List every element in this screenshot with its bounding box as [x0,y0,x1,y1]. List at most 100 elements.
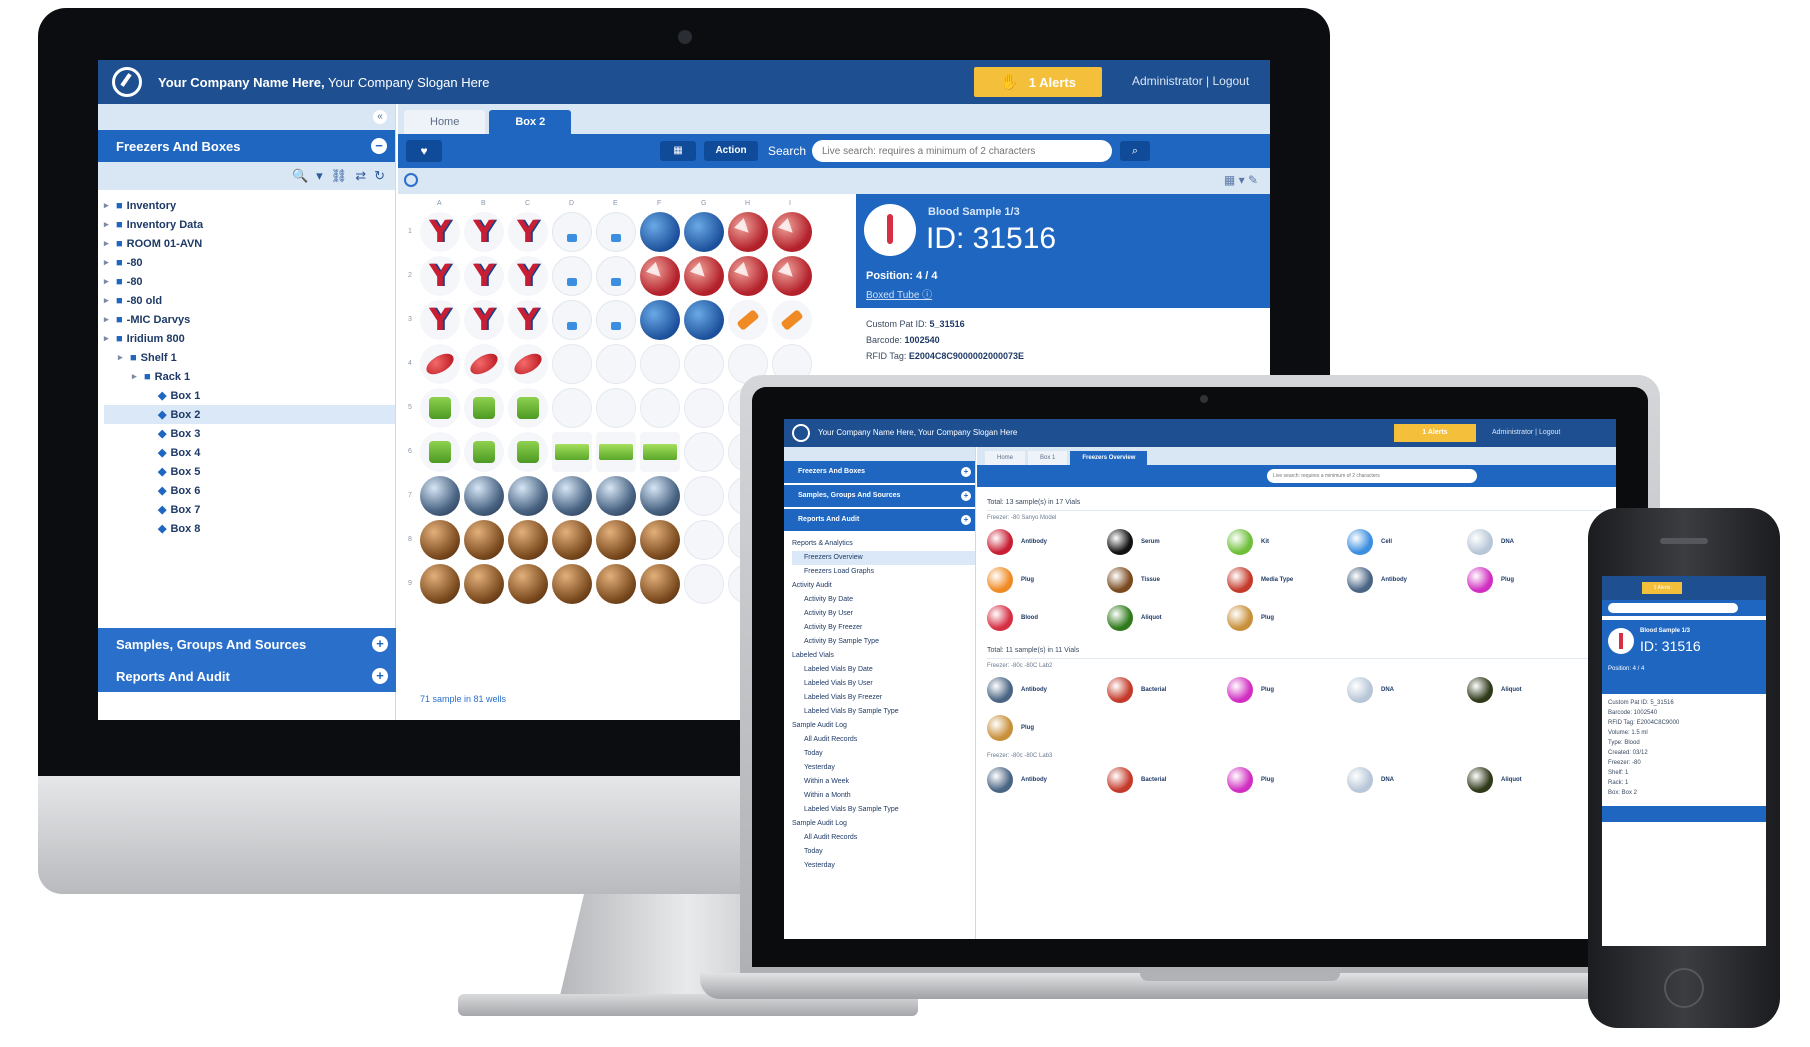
tree-item[interactable]: ▸ ■ -MIC Darvys [104,310,395,329]
tree-item[interactable]: Within a Month [792,789,975,803]
phone-action-bar[interactable] [1602,806,1766,822]
sample-well-empty[interactable] [684,432,724,472]
tree-item[interactable]: ▸ ■ Iridium 800 [104,329,395,348]
filter-icon[interactable]: ▾ [316,168,323,184]
tree-item[interactable]: ▸ ■ -80 [104,253,395,272]
favorite-button[interactable]: ♥ [406,140,442,162]
tree-item[interactable]: Yesterday [792,859,975,873]
tree-item[interactable]: Labeled Vials By User [792,677,975,691]
tree-item[interactable]: Activity By Sample Type [792,635,975,649]
caret-icon[interactable]: ▸ [104,257,112,268]
tab-box-1[interactable]: Box 1 [1028,451,1068,465]
sample-type-item[interactable]: Blood [987,603,1107,633]
sample-type-item[interactable]: Tissue [1107,565,1227,595]
tree-item[interactable]: ◆ Box 2 [104,405,395,424]
search-icon[interactable]: 🔍 [292,168,308,184]
tree-item[interactable]: Labeled Vials By Sample Type [792,803,975,817]
sample-well-vial[interactable] [552,212,592,252]
tree-item[interactable]: ▸ ■ Inventory [104,196,395,215]
sample-type-item[interactable]: Aliquot [1467,765,1587,795]
move-icon[interactable]: ⇄ [355,168,366,184]
sample-well-vial[interactable] [552,256,592,296]
boxed-tube-link[interactable]: Boxed Tube ⓘ [866,286,932,301]
sample-type-item[interactable]: Antibody [987,675,1107,705]
sample-type-item[interactable]: Cell [1347,527,1467,557]
sample-well-blue[interactable] [684,300,724,340]
sample-well-empty[interactable] [596,344,636,384]
samples-accordion-header[interactable]: Samples, Groups And Sources + [98,628,396,660]
freezer-label[interactable]: Freezer: -80c -80C Lab2 [987,663,1606,675]
sample-well-green[interactable] [464,388,504,428]
sample-well-bronze[interactable] [508,564,548,604]
tree-item[interactable]: ◆ Box 8 [104,519,395,538]
tree-item[interactable]: ▸ ■ Inventory Data [104,215,395,234]
sample-well-red[interactable] [640,256,680,296]
sample-well-orange[interactable] [772,300,812,340]
caret-icon[interactable]: ▸ [104,295,112,306]
sample-type-item[interactable]: DNA [1347,675,1467,705]
sample-well-empty[interactable] [684,520,724,560]
caret-icon[interactable]: ▸ [118,352,126,363]
tab-freezers-overview[interactable]: Freezers Overview [1070,451,1148,465]
sample-well-steel[interactable] [640,476,680,516]
layout-icon[interactable]: ▦ [1224,173,1235,187]
sample-well-steel[interactable] [420,476,460,516]
tree-item[interactable]: Within a Week [792,775,975,789]
sample-type-item[interactable]: Plug [1227,675,1347,705]
sample-well-orange[interactable] [728,300,768,340]
action-button[interactable]: Action [704,141,758,161]
sample-well-blue[interactable] [640,300,680,340]
sample-well-bronze[interactable] [552,564,592,604]
sample-well-y[interactable] [464,300,504,340]
company-logo-icon[interactable] [112,67,142,97]
tree-item[interactable]: Freezers Load Graphs [792,565,975,579]
tree-item[interactable]: Labeled Vials By Sample Type [792,705,975,719]
sample-well-y[interactable] [464,256,504,296]
caret-icon[interactable]: ▸ [104,200,112,211]
admin-logout-link[interactable]: Administrator | Logout [1132,74,1249,88]
tree-item[interactable]: ◆ Box 4 [104,443,395,462]
sample-well-bronze[interactable] [552,520,592,560]
tree-item[interactable]: ▸ ■ Shelf 1 [104,348,395,367]
tree-item[interactable]: ◆ Box 3 [104,424,395,443]
tree-item[interactable]: Activity Audit [792,579,975,593]
sample-well-steel[interactable] [464,476,504,516]
sample-well-y[interactable] [420,256,460,296]
sample-well-green[interactable] [508,388,548,428]
sample-well-empty[interactable] [596,388,636,428]
tree-item[interactable]: All Audit Records [792,733,975,747]
plus-icon[interactable]: + [372,636,388,652]
sample-well-y[interactable] [464,212,504,252]
tree-item[interactable]: ◆ Box 1 [104,386,395,405]
sample-well-red[interactable] [772,212,812,252]
admin-logout-link[interactable]: Administrator | Logout [1492,429,1560,436]
tree-item[interactable]: Activity By Date [792,593,975,607]
edit-icon[interactable]: ✎ [1248,173,1258,187]
collapse-icon[interactable]: « [373,110,387,124]
sample-well-bronze[interactable] [464,564,504,604]
tree-item[interactable]: ▸ ■ -80 [104,272,395,291]
sample-well-y[interactable] [420,212,460,252]
alerts-button[interactable]: 1 Alerts [1642,582,1682,594]
sample-well-y[interactable] [420,300,460,340]
tree-item[interactable]: Sample Audit Log [792,817,975,831]
plus-icon[interactable]: + [372,668,388,684]
tree-item[interactable]: ▸ ■ ROOM 01-AVN [104,234,395,253]
sample-type-item[interactable]: Aliquot [1107,603,1227,633]
sample-well-blue[interactable] [640,212,680,252]
tree-item[interactable]: Sample Audit Log [792,719,975,733]
minus-icon[interactable]: − [371,138,387,154]
tree-item[interactable]: Labeled Vials [792,649,975,663]
tree-item[interactable]: Freezers Overview [792,551,975,565]
tab-home[interactable]: Home [985,451,1026,465]
sample-well-vial[interactable] [596,212,636,252]
caret-icon[interactable]: ▸ [104,276,112,287]
search-input[interactable] [1608,603,1738,613]
sample-well-vial[interactable] [596,256,636,296]
sample-well-pill[interactable] [464,344,504,384]
search-input[interactable] [1267,469,1477,483]
tree-item[interactable]: Yesterday [792,761,975,775]
sample-well-steel[interactable] [552,476,592,516]
sample-well-greenbar[interactable] [596,432,636,472]
sample-type-item[interactable]: Plug [987,713,1107,743]
